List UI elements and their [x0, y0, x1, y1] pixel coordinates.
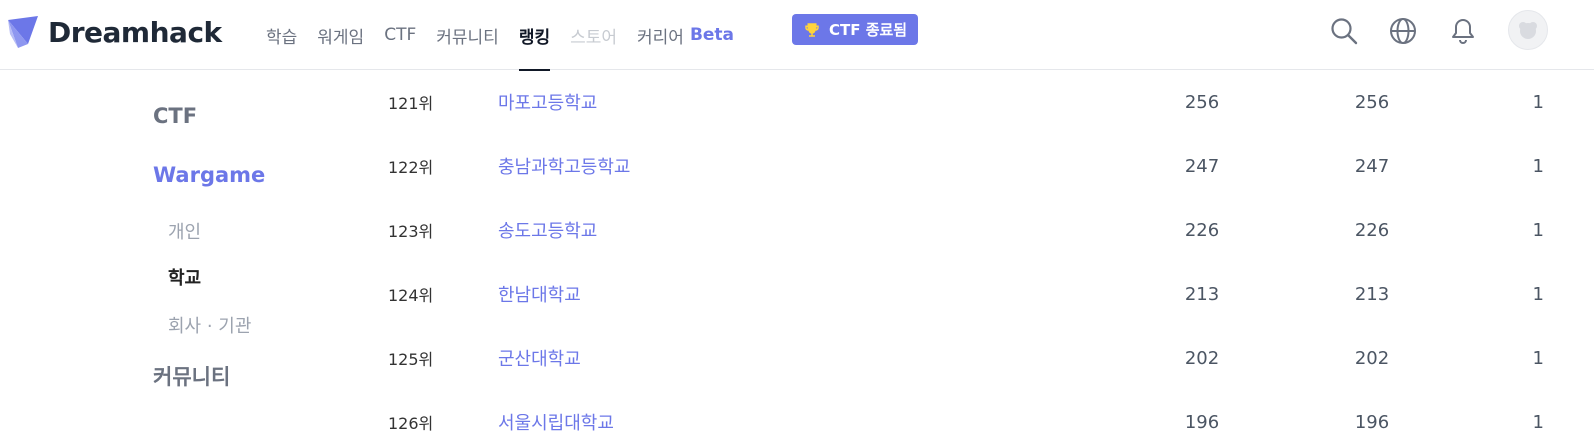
members-cell: 1 [1532, 347, 1544, 369]
score-cell: 213 [1184, 283, 1220, 305]
nav-community[interactable]: 커뮤니티 [436, 0, 499, 70]
table-row: 121위 마포고등학교 256 256 1 [0, 70, 1594, 134]
score2-cell: 202 [1354, 347, 1390, 369]
score2-cell: 226 [1354, 219, 1390, 241]
members-cell: 1 [1532, 155, 1544, 177]
school-name-link[interactable]: 군산대학교 [498, 326, 581, 390]
ctf-badge-label: CTF 종료됨 [829, 21, 908, 39]
globe-icon[interactable] [1386, 14, 1420, 48]
avatar-icon [1519, 22, 1537, 39]
score-cell: 247 [1184, 155, 1220, 177]
table-row: 126위 서울시립대학교 196 196 1 [0, 390, 1594, 443]
rank-cell: 125위 [388, 350, 434, 369]
rank-cell: 124위 [388, 286, 434, 305]
rank-cell: 126위 [388, 414, 434, 433]
school-name-link[interactable]: 마포고등학교 [498, 70, 597, 134]
logo-text: Dreamhack [48, 15, 222, 49]
main-nav: 학습 워게임 CTF 커뮤니티 랭킹 스토어 커리어 Beta [266, 0, 754, 71]
user-avatar[interactable] [1508, 10, 1548, 50]
search-icon[interactable] [1327, 14, 1361, 48]
score2-cell: 256 [1354, 91, 1390, 113]
table-row: 122위 충남과학고등학교 247 247 1 [0, 134, 1594, 198]
score2-cell: 247 [1354, 155, 1390, 177]
top-header: Dreamhack 학습 워게임 CTF 커뮤니티 랭킹 스토어 커리어 Bet… [0, 0, 1594, 71]
score-cell: 196 [1184, 411, 1220, 433]
members-cell: 1 [1532, 91, 1544, 113]
trophy-icon [805, 22, 819, 37]
school-name-link[interactable]: 한남대학교 [498, 262, 581, 326]
nav-store[interactable]: 스토어 [570, 0, 617, 70]
score-cell: 256 [1184, 91, 1220, 113]
school-name-link[interactable]: 서울시립대학교 [498, 390, 614, 443]
school-name-link[interactable]: 송도고등학교 [498, 198, 597, 262]
dreamhack-logo[interactable]: Dreamhack [6, 12, 222, 52]
score2-cell: 213 [1354, 283, 1390, 305]
rank-cell: 122위 [388, 158, 434, 177]
score2-cell: 196 [1354, 411, 1390, 433]
bell-icon[interactable] [1446, 14, 1480, 48]
nav-career-label: 커리어 [637, 27, 684, 48]
nav-career[interactable]: 커리어 Beta [637, 0, 734, 70]
ctf-ended-badge[interactable]: CTF 종료됨 [792, 14, 919, 45]
rank-cell: 121위 [388, 94, 434, 113]
table-row: 123위 송도고등학교 226 226 1 [0, 198, 1594, 262]
nav-ranking[interactable]: 랭킹 [518, 0, 551, 71]
score-cell: 202 [1184, 347, 1220, 369]
nav-wargame[interactable]: 워게임 [317, 0, 364, 70]
nav-ctf[interactable]: CTF [384, 0, 416, 70]
beta-label: Beta [689, 25, 735, 45]
nav-learn[interactable]: 학습 [266, 0, 297, 70]
rank-cell: 123위 [388, 222, 434, 241]
score-cell: 226 [1184, 219, 1220, 241]
table-row: 124위 한남대학교 213 213 1 [0, 262, 1594, 326]
members-cell: 1 [1532, 411, 1544, 433]
dreamhack-logo-icon [8, 16, 38, 48]
school-name-link[interactable]: 충남과학고등학교 [498, 134, 630, 198]
members-cell: 1 [1532, 283, 1544, 305]
members-cell: 1 [1532, 219, 1544, 241]
table-row: 125위 군산대학교 202 202 1 [0, 326, 1594, 390]
